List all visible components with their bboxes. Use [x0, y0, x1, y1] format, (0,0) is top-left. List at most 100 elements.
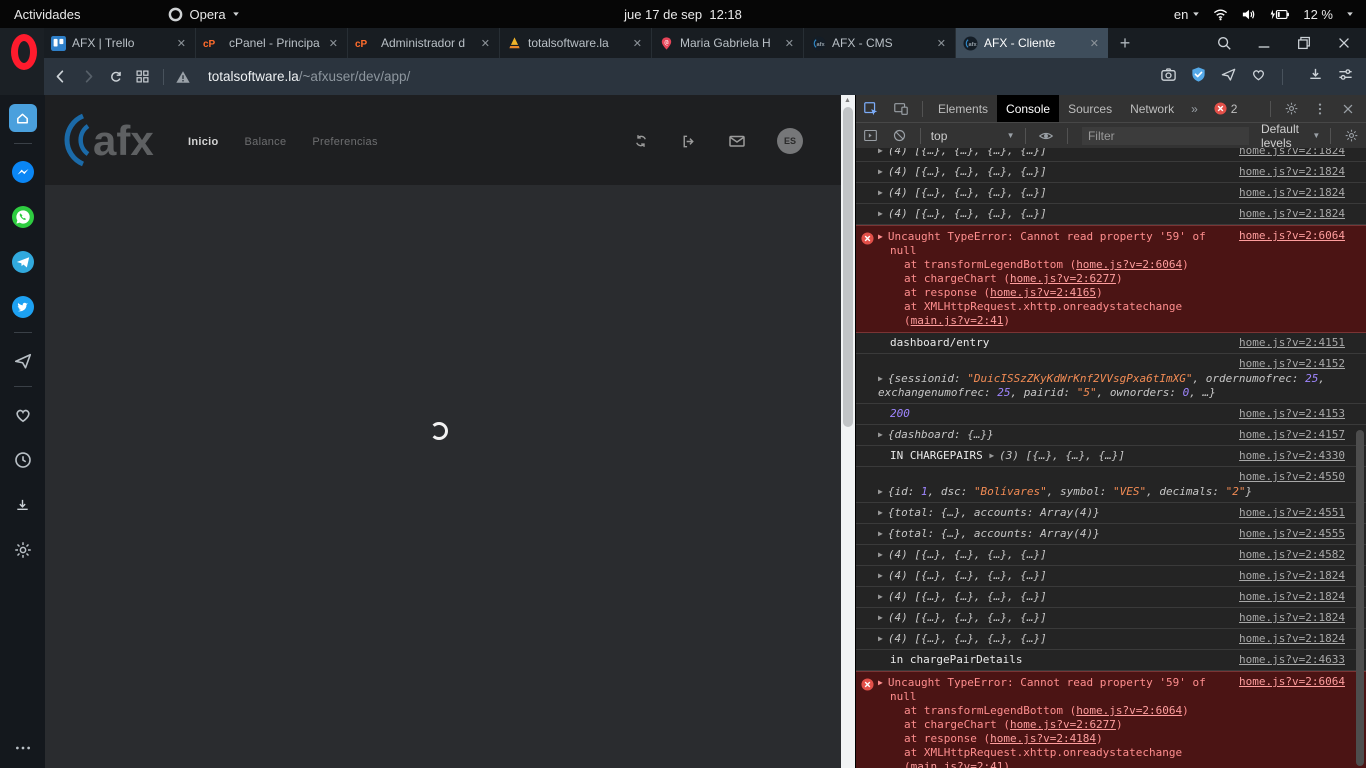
source-link[interactable]: home.js?v=2:4551	[1239, 506, 1345, 520]
source-link[interactable]: home.js?v=2:4153	[1239, 407, 1345, 421]
minimize-icon[interactable]	[1256, 35, 1272, 51]
source-link[interactable]: home.js?v=2:1824	[1239, 569, 1345, 583]
live-expression-eye-button[interactable]	[1031, 128, 1061, 144]
speed-dial-icon[interactable]	[135, 69, 150, 84]
page-nav-balance[interactable]: Balance	[245, 136, 287, 148]
logout-icon[interactable]	[680, 133, 697, 150]
afx-logo[interactable]: afx	[61, 108, 183, 172]
expand-triangle-icon[interactable]: ▶	[878, 148, 883, 155]
clear-console-button[interactable]	[885, 128, 914, 143]
sidebar-history-icon[interactable]	[9, 446, 37, 474]
more-panels-button[interactable]: »	[1183, 102, 1206, 116]
search-icon[interactable]	[1216, 35, 1232, 51]
reload-icon[interactable]	[108, 69, 124, 85]
source-link[interactable]: home.js?v=2:4555	[1239, 527, 1345, 541]
opera-logo[interactable]	[11, 34, 37, 70]
browser-tab[interactable]: AFX | Trello✕	[44, 28, 196, 58]
log-levels-dropdown[interactable]: Default levels ▼	[1257, 122, 1324, 150]
sidebar-home-icon[interactable]	[9, 104, 37, 132]
stack-source-link[interactable]: home.js?v=2:6277	[1010, 718, 1116, 731]
source-link[interactable]: home.js?v=2:4152	[878, 357, 1345, 371]
browser-tab[interactable]: afxAFX - CMS✕	[804, 28, 956, 58]
expand-triangle-icon[interactable]: ▶	[878, 678, 883, 687]
sidebar-whatsapp-icon[interactable]	[9, 203, 37, 231]
source-link[interactable]: home.js?v=2:4330	[1239, 449, 1345, 463]
download-tray-icon[interactable]	[1307, 66, 1324, 88]
tab-close-icon[interactable]: ✕	[631, 37, 644, 50]
expand-triangle-icon[interactable]: ▶	[878, 592, 883, 601]
tab-close-icon[interactable]: ✕	[327, 37, 340, 50]
close-small-button[interactable]	[1334, 102, 1362, 116]
source-link[interactable]: home.js?v=2:1824	[1239, 186, 1345, 200]
close-window-icon[interactable]	[1336, 35, 1352, 51]
device-toolbar-button[interactable]	[886, 101, 916, 117]
tab-close-icon[interactable]: ✕	[935, 37, 948, 50]
scrollbar-up-arrow[interactable]: ▲	[844, 97, 851, 104]
app-menu[interactable]: Opera	[168, 7, 239, 22]
my-flow-icon[interactable]	[1220, 66, 1237, 88]
url-field[interactable]: totalsoftware.la/~afxuser/dev/app/	[208, 69, 410, 84]
devtools-tab-elements[interactable]: Elements	[929, 95, 997, 122]
source-link[interactable]: home.js?v=2:1824	[1239, 611, 1345, 625]
error-source-link[interactable]: home.js?v=2:6064	[1239, 229, 1345, 243]
expand-triangle-icon[interactable]: ▶	[878, 232, 883, 241]
expand-triangle-icon[interactable]: ▶	[878, 209, 883, 218]
expand-triangle-icon[interactable]: ▶	[878, 571, 883, 580]
error-source-link[interactable]: home.js?v=2:6064	[1239, 675, 1345, 689]
sidebar-messenger-icon[interactable]	[9, 158, 37, 186]
expand-triangle-icon[interactable]: ▶	[878, 634, 883, 643]
forward-icon[interactable]	[80, 68, 97, 85]
stack-source-link[interactable]: home.js?v=2:4184	[990, 732, 1096, 745]
expand-triangle-icon[interactable]: ▶	[878, 188, 883, 197]
page-nav-inicio[interactable]: Inicio	[188, 136, 219, 148]
devtools-tab-console[interactable]: Console	[997, 95, 1059, 122]
kebab-menu-button[interactable]	[1306, 102, 1334, 116]
expand-triangle-icon[interactable]: ▶	[989, 451, 994, 460]
error-count-badge[interactable]: 2	[1206, 102, 1246, 116]
console-sidebar-button[interactable]	[856, 128, 885, 143]
page-nav-preferencias[interactable]: Preferencias	[312, 136, 377, 148]
wifi-icon[interactable]	[1213, 7, 1228, 22]
tab-close-icon[interactable]: ✕	[1088, 37, 1101, 50]
browser-tab[interactable]: totalsoftware.la✕	[500, 28, 652, 58]
sidebar-heart-icon[interactable]	[9, 401, 37, 429]
source-link[interactable]: home.js?v=2:4151	[1239, 336, 1345, 350]
devtools-scrollbar[interactable]	[1355, 148, 1365, 768]
restore-icon[interactable]	[1296, 35, 1312, 51]
expand-triangle-icon[interactable]: ▶	[878, 613, 883, 622]
favorites-icon[interactable]	[1250, 66, 1267, 88]
browser-tab[interactable]: cPAdministrador d✕	[348, 28, 500, 58]
new-tab-button[interactable]: +	[1108, 28, 1142, 58]
console-settings-gear[interactable]	[1337, 128, 1366, 143]
source-link[interactable]: home.js?v=2:1824	[1239, 165, 1345, 179]
source-link[interactable]: home.js?v=2:4582	[1239, 548, 1345, 562]
page-scrollbar[interactable]: ▲	[841, 95, 855, 768]
source-link[interactable]: home.js?v=2:1824	[1239, 590, 1345, 604]
execution-context-selector[interactable]: top ▼	[927, 129, 1019, 143]
expand-triangle-icon[interactable]: ▶	[878, 529, 883, 538]
expand-triangle-icon[interactable]: ▶	[878, 487, 883, 496]
devtools-scrollbar-thumb[interactable]	[1356, 430, 1364, 766]
expand-triangle-icon[interactable]: ▶	[878, 430, 883, 439]
activities-button[interactable]: Actividades	[14, 7, 80, 22]
console-filter-input[interactable]	[1082, 127, 1249, 145]
expand-triangle-icon[interactable]: ▶	[878, 508, 883, 517]
source-link[interactable]: home.js?v=2:4550	[878, 470, 1345, 484]
sidebar-telegram-icon[interactable]	[9, 248, 37, 276]
settings-gear-button[interactable]	[1277, 101, 1306, 116]
stack-source-link[interactable]: main.js?v=2:41	[911, 314, 1004, 327]
sidebar-settings-icon[interactable]	[9, 536, 37, 564]
source-link[interactable]: home.js?v=2:1824	[1239, 632, 1345, 646]
easy-setup-icon[interactable]	[1337, 66, 1354, 88]
devtools-tab-network[interactable]: Network	[1121, 95, 1183, 122]
back-icon[interactable]	[52, 68, 69, 85]
source-link[interactable]: home.js?v=2:1824	[1239, 148, 1345, 158]
snapshot-icon[interactable]	[1160, 66, 1177, 88]
mail-icon[interactable]	[728, 132, 746, 150]
sync-icon[interactable]	[633, 133, 649, 149]
tab-close-icon[interactable]: ✕	[783, 37, 796, 50]
stack-source-link[interactable]: home.js?v=2:4165	[990, 286, 1096, 299]
stack-source-link[interactable]: home.js?v=2:6064	[1076, 258, 1182, 271]
shield-check-icon[interactable]	[1190, 66, 1207, 88]
battery-icon[interactable]	[1269, 8, 1290, 21]
